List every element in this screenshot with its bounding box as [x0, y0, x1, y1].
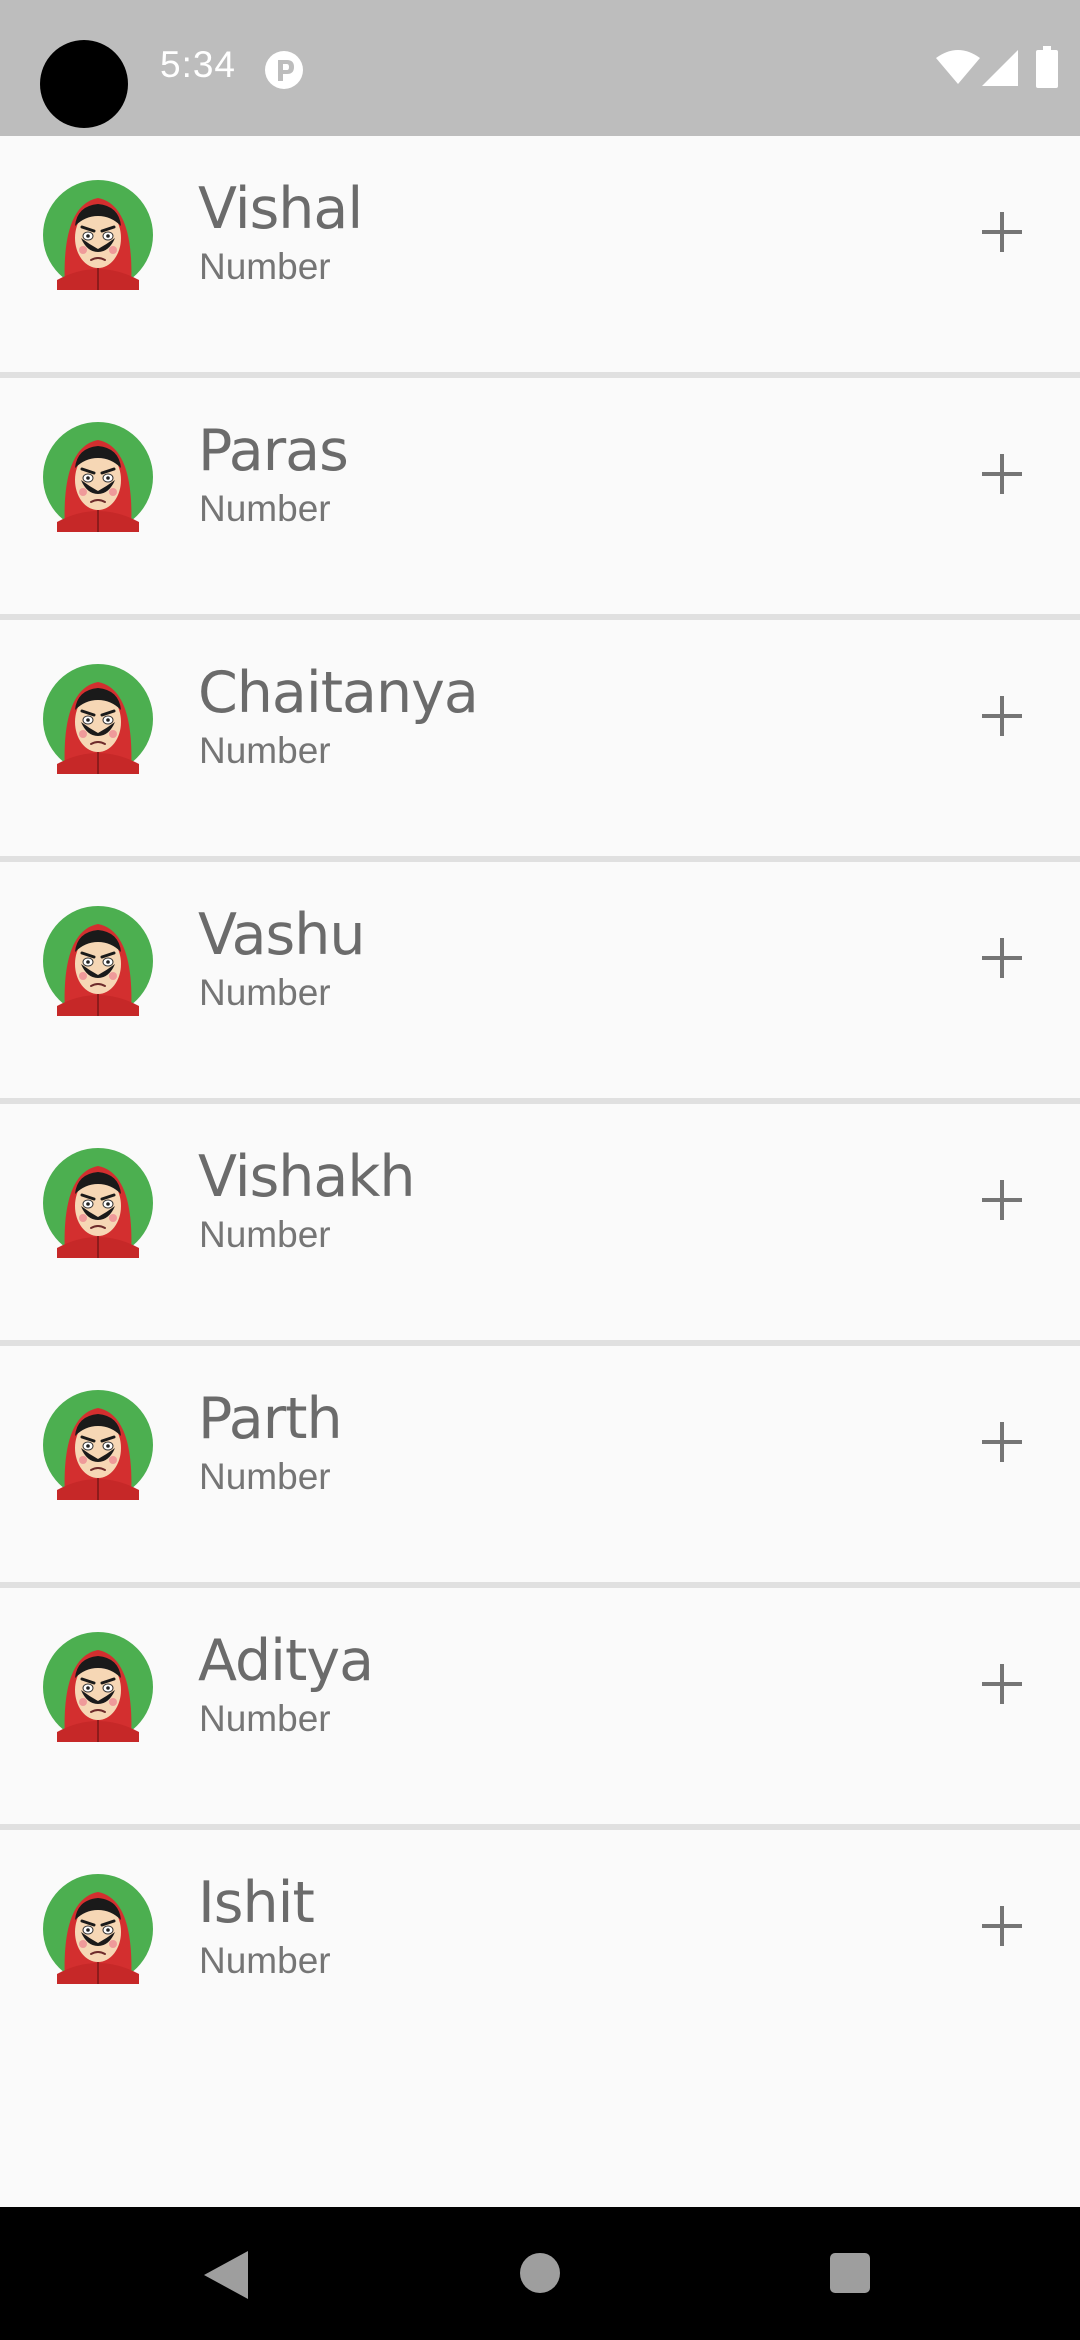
contact-name: Ishit — [198, 1870, 315, 1936]
add-contact-button[interactable] — [970, 1410, 1034, 1474]
contact-number: Number — [199, 730, 331, 771]
contact-row[interactable]: Paras Number — [0, 378, 1080, 620]
contact-number: Number — [199, 1456, 331, 1497]
mask-avatar-icon — [43, 664, 153, 774]
camera-cutout — [40, 40, 128, 128]
plus-icon — [982, 1906, 1022, 1946]
battery-icon — [1036, 46, 1058, 88]
contact-row[interactable]: Vishal Number — [0, 136, 1080, 378]
navigation-bar — [0, 2207, 1080, 2340]
contact-name: Parth — [198, 1386, 343, 1452]
plus-icon — [982, 212, 1022, 252]
plus-icon — [982, 696, 1022, 736]
plus-icon — [982, 1180, 1022, 1220]
contact-row[interactable]: Chaitanya Number — [0, 620, 1080, 862]
contact-number: Number — [199, 1698, 331, 1739]
mask-avatar-icon — [43, 1632, 153, 1742]
add-contact-button[interactable] — [970, 1168, 1034, 1232]
add-contact-button[interactable] — [970, 1894, 1034, 1958]
mask-avatar-icon — [43, 1874, 153, 1984]
add-contact-button[interactable] — [970, 1652, 1034, 1716]
add-contact-button[interactable] — [970, 442, 1034, 506]
contact-number: Number — [199, 1940, 331, 1981]
notification-p-icon — [265, 51, 303, 89]
contact-name: Aditya — [198, 1628, 374, 1694]
contact-name: Vashu — [198, 902, 365, 968]
contact-name: Paras — [198, 418, 349, 484]
status-bar: 5:34 — [0, 0, 1080, 136]
contact-number: Number — [199, 246, 331, 287]
contact-number: Number — [199, 972, 331, 1013]
plus-icon — [982, 938, 1022, 978]
add-contact-button[interactable] — [970, 684, 1034, 748]
mask-avatar-icon — [43, 1390, 153, 1500]
plus-icon — [982, 1422, 1022, 1462]
contact-number: Number — [199, 488, 331, 529]
wifi-icon — [936, 50, 980, 84]
back-icon[interactable] — [204, 2251, 248, 2299]
contact-name: Vishal — [198, 176, 363, 242]
plus-icon — [982, 1664, 1022, 1704]
mask-avatar-icon — [43, 180, 153, 290]
mask-avatar-icon — [43, 1148, 153, 1258]
status-time: 5:34 — [160, 44, 237, 85]
home-icon[interactable] — [520, 2253, 560, 2293]
recents-icon[interactable] — [830, 2253, 870, 2293]
contact-row[interactable]: Vishakh Number — [0, 1104, 1080, 1346]
contact-list: Vishal Number Paras Number Chaitanya Num… — [0, 136, 1080, 2066]
contact-name: Vishakh — [198, 1144, 415, 1210]
contact-row[interactable]: Ishit Number — [0, 1830, 1080, 2066]
contact-row[interactable]: Vashu Number — [0, 862, 1080, 1104]
contact-number: Number — [199, 1214, 331, 1255]
mask-avatar-icon — [43, 422, 153, 532]
add-contact-button[interactable] — [970, 200, 1034, 264]
contact-name: Chaitanya — [198, 660, 479, 726]
contact-row[interactable]: Aditya Number — [0, 1588, 1080, 1830]
contact-row[interactable]: Parth Number — [0, 1346, 1080, 1588]
add-contact-button[interactable] — [970, 926, 1034, 990]
mask-avatar-icon — [43, 906, 153, 1016]
plus-icon — [982, 454, 1022, 494]
signal-icon — [982, 50, 1018, 86]
